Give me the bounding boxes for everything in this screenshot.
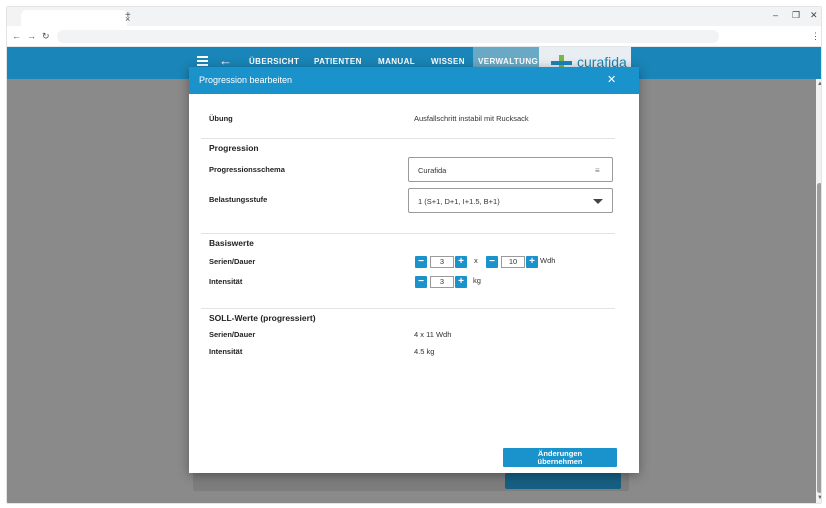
scheme-label: Progressionsschema	[209, 165, 285, 174]
level-select[interactable]: 1 (S+1, D+1, I+1.5, B+1)	[408, 188, 613, 213]
forward-icon[interactable]: →	[27, 30, 36, 42]
target-intensity-value: 4.5 kg	[414, 347, 435, 356]
reps-plus-button[interactable]: +	[526, 256, 538, 268]
nav-manual[interactable]: MANUAL	[378, 57, 415, 67]
new-tab-icon[interactable]: +	[125, 11, 131, 21]
back-icon[interactable]: ←	[12, 30, 21, 42]
window-close-icon[interactable]: ✕	[810, 10, 818, 20]
scroll-thumb[interactable]	[817, 183, 821, 493]
maximize-icon[interactable]: ❐	[792, 10, 800, 20]
divider	[201, 308, 615, 309]
browser-toolbar: ← → ↻ ⋮	[7, 26, 821, 47]
intensity-plus-button[interactable]: +	[455, 276, 467, 288]
progression-section-title: Progression	[209, 143, 259, 153]
divider	[201, 138, 615, 139]
list-icon[interactable]: ≡	[595, 166, 600, 175]
base-section-title: Basiswerte	[209, 238, 254, 248]
scheme-value: Curafida	[418, 166, 447, 175]
target-series-value: 4 x 11 Wdh	[414, 330, 452, 339]
series-plus-button[interactable]: +	[455, 256, 467, 268]
page-scrollbar[interactable]: ▲ ▼	[816, 79, 821, 503]
level-value: 1 (S+1, D+1, I+1.5, B+1)	[418, 197, 500, 206]
exercise-label: Übung	[209, 114, 233, 123]
divider	[201, 233, 615, 234]
progression-dialog: Progression bearbeiten ✕ Übung Ausfallsc…	[189, 67, 639, 473]
dialog-title: Progression bearbeiten	[199, 75, 293, 85]
dialog-header: Progression bearbeiten ✕	[189, 67, 639, 94]
browser-tab[interactable]: ×	[21, 10, 130, 26]
reload-icon[interactable]: ↻	[42, 30, 50, 42]
intensity-unit: kg	[473, 276, 481, 285]
nav-uebersicht[interactable]: ÜBERSICHT	[249, 57, 299, 67]
times-sign: x	[474, 256, 478, 265]
minimize-icon[interactable]: –	[773, 10, 778, 20]
dialog-close-icon[interactable]: ✕	[607, 74, 616, 86]
target-intensity-label: Intensität	[209, 347, 243, 356]
target-series-label: Serien/Dauer	[209, 330, 256, 339]
reps-input[interactable]: 10	[501, 256, 525, 268]
level-label: Belastungsstufe	[209, 195, 268, 204]
address-bar[interactable]	[57, 30, 719, 43]
chevron-down-icon[interactable]	[593, 199, 603, 204]
series-input[interactable]: 3	[430, 256, 454, 268]
target-section-title: SOLL-Werte (progressiert)	[209, 313, 316, 323]
reps-minus-button[interactable]: −	[486, 256, 498, 268]
scroll-down-icon[interactable]: ▼	[817, 495, 821, 502]
scroll-up-icon[interactable]: ▲	[817, 81, 821, 88]
exercise-value: Ausfallschritt instabil mit Rucksack	[414, 114, 529, 123]
apply-label-line2: übernehmen	[537, 457, 583, 466]
intensity-label: Intensität	[209, 277, 243, 286]
nav-wissen[interactable]: WISSEN	[431, 57, 465, 67]
reps-unit: Wdh	[540, 256, 556, 265]
series-minus-button[interactable]: −	[415, 256, 427, 268]
nav-patienten[interactable]: PATIENTEN	[314, 57, 362, 67]
intensity-input[interactable]: 3	[430, 276, 454, 288]
apply-changes-button[interactable]: Änderungen übernehmen	[503, 448, 617, 467]
tab-strip: × + – ❐ ✕	[7, 7, 821, 26]
series-label: Serien/Dauer	[209, 257, 256, 266]
browser-menu-icon[interactable]: ⋮	[811, 30, 820, 42]
scheme-select[interactable]: Curafida ≡	[408, 157, 613, 182]
background-button	[505, 473, 621, 489]
intensity-minus-button[interactable]: −	[415, 276, 427, 288]
